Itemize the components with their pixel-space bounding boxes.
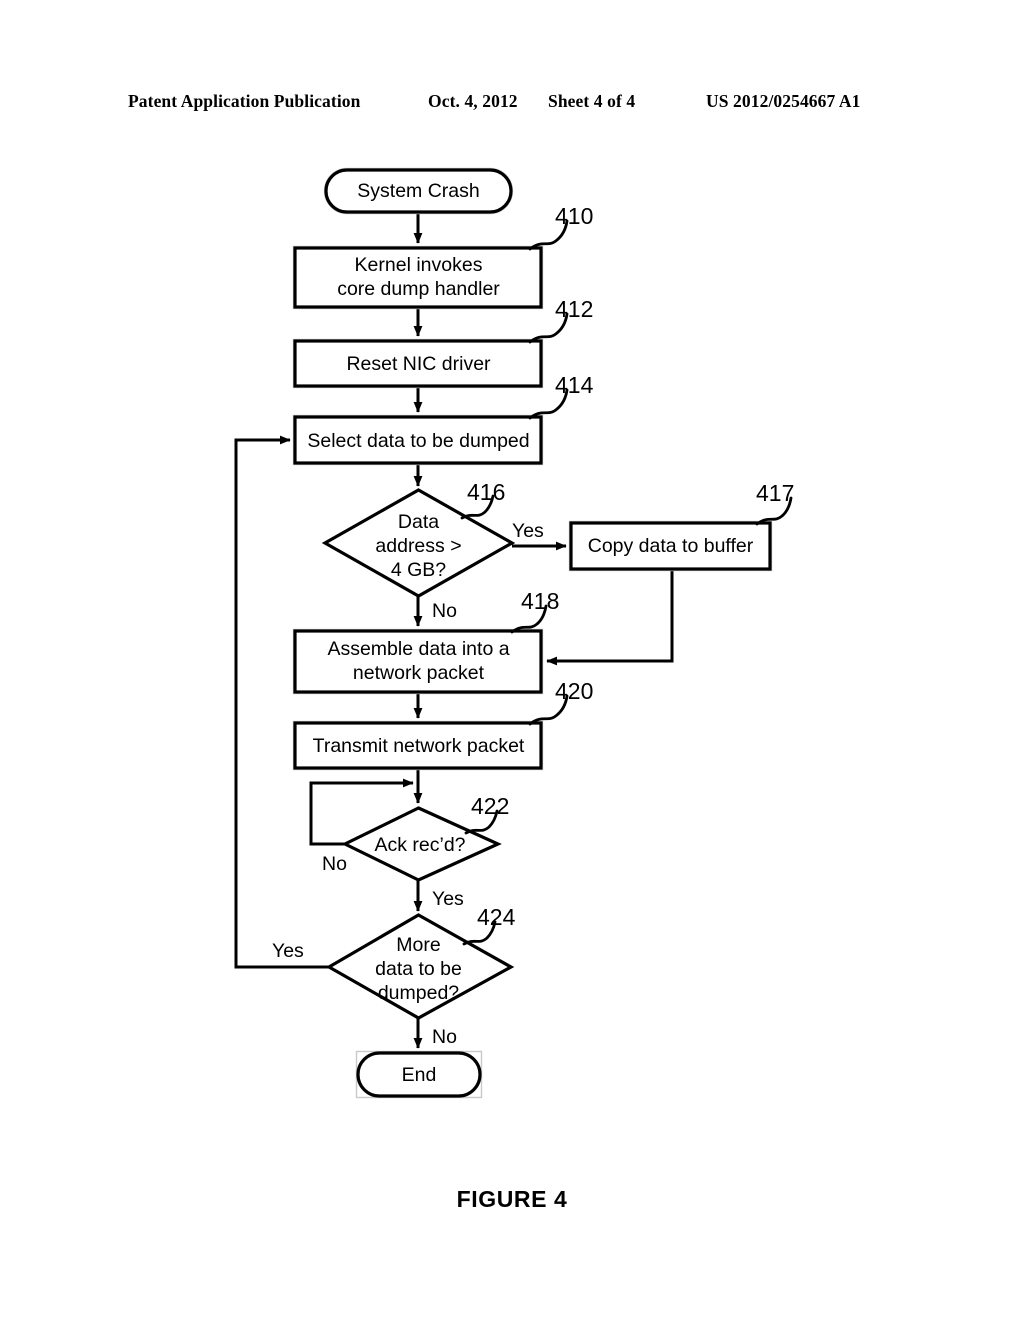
ref-422: 422 [464,793,509,835]
node-410-label-line1: Kernel invokes [355,254,483,276]
ref-412-number: 412 [555,296,593,322]
branch-label-424-no: No [432,1026,457,1048]
node-416-label-line3: 4 GB? [391,559,446,581]
ref-418-number: 418 [521,588,559,614]
edge-417-to-418 [546,569,674,666]
ref-410: 410 [528,203,593,251]
ref-414-number: 414 [555,372,594,398]
figure-caption: FIGURE 4 [456,1186,568,1212]
branch-label-416-no: No [432,600,457,622]
node-418-label-line2: network packet [353,662,485,684]
ref-410-number: 410 [555,203,593,229]
node-418-label-line1: Assemble data into a [327,638,509,660]
node-system-crash-label: System Crash [357,180,479,202]
node-416-label-line1: Data [398,511,439,533]
node-424-label-line2: data to be [375,958,462,980]
ref-417-number: 417 [756,480,794,506]
ref-424-number: 424 [477,904,516,930]
branch-label-422-no: No [322,853,347,875]
node-420-label: Transmit network packet [313,735,525,757]
branch-label-416-yes: Yes [512,520,544,542]
node-more-data-to-be-dumped: More data to be dumped? [325,913,515,1020]
node-417-label: Copy data to buffer [588,535,754,557]
node-data-address-gt-4gb: Data address > 4 GB? [321,488,516,598]
ref-420-number: 420 [555,678,593,704]
node-reset-nic-driver: Reset NIC driver [292,338,544,389]
edge-424-yes-to-414 [234,435,329,969]
node-422-label: Ack rec’d? [374,834,465,856]
node-end-label: End [402,1064,437,1086]
node-transmit-network-packet: Transmit network packet [292,720,544,771]
ref-416: 416 [460,479,505,520]
node-select-data-to-be-dumped: Select data to be dumped [292,414,544,466]
ref-416-number: 416 [467,479,505,505]
node-assemble-data-into-network-packet: Assemble data into a network packet [292,628,544,695]
node-system-crash: System Crash [323,167,514,215]
ref-424: 424 [462,904,516,946]
node-414-label: Select data to be dumped [307,430,529,452]
node-424-label-line1: More [396,934,440,956]
node-kernel-invokes-core-dump-handler: Kernel invokes core dump handler [292,245,544,310]
node-end: End [355,1050,483,1099]
node-412-label: Reset NIC driver [346,353,491,375]
flowchart-diagram: System Crash Kernel invokes core dump ha… [234,167,794,1099]
ref-422-number: 422 [471,793,509,819]
branch-label-422-yes: Yes [432,888,464,910]
node-410-label-line2: core dump handler [337,278,500,300]
branch-label-424-yes: Yes [272,940,304,962]
ref-417: 417 [755,480,794,526]
node-416-label-line2: address > [375,535,461,557]
ref-418: 418 [510,588,559,634]
node-copy-data-to-buffer: Copy data to buffer [568,520,773,572]
node-424-label-line3: dumped? [378,982,459,1004]
